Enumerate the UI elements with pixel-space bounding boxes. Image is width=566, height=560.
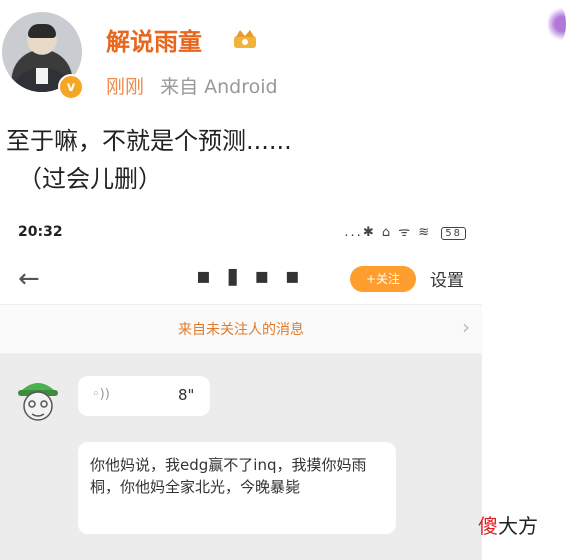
edge-decoration <box>548 4 566 44</box>
avatar-hair <box>28 24 56 38</box>
message-list: ◦)) 8" 你他妈说，我edg赢不了inq，我摸你妈雨桐，你他妈全家北光，今晚… <box>0 354 482 560</box>
post-text: 至于嘛，不就是个预测...... （过会儿删） <box>6 122 292 198</box>
watermark-first-char: 傻 <box>478 514 498 538</box>
post-text-line: 至于嘛，不就是个预测...... <box>6 127 292 155</box>
voice-message-bubble[interactable]: ◦)) 8" <box>78 376 210 416</box>
settings-button[interactable]: 设置 <box>430 266 464 291</box>
avatar-collar <box>36 68 48 84</box>
crown-icon <box>234 30 256 48</box>
post-meta: 刚刚 来自 Android <box>106 72 278 99</box>
username[interactable]: 解说雨童 <box>106 22 202 57</box>
chat-nav-bar: ← ▪ ▮ ▪ ▪ +关注 设置 <box>0 252 482 305</box>
embedded-chat-screenshot: 20:32 ...✱ ⌂ ᯤ ≋ 58 ← ▪ ▮ ▪ ▪ +关注 设置 来自未… <box>0 212 482 560</box>
watermark-rest: 大方 <box>498 514 538 538</box>
post-time: 刚刚 <box>106 76 145 98</box>
battery-icon: 58 <box>441 227 466 240</box>
chevron-right-icon: › <box>462 315 470 339</box>
verified-badge-icon: v <box>58 74 84 100</box>
notice-text: 来自未关注人的消息 <box>178 322 304 338</box>
back-arrow-icon[interactable]: ← <box>18 264 40 294</box>
chat-title: ▪ ▮ ▪ ▪ <box>196 264 304 289</box>
status-bar: 20:32 ...✱ ⌂ ᯤ ≋ 58 <box>0 212 482 252</box>
post-text-line: （过会儿删） <box>18 165 162 193</box>
notice-bar[interactable]: 来自未关注人的消息 › <box>0 305 482 354</box>
sender-avatar[interactable] <box>14 374 62 426</box>
watermark: 傻大方 <box>478 510 538 539</box>
voice-wave-icon: ◦)) <box>92 387 110 402</box>
post-source: 来自 Android <box>160 76 278 98</box>
follow-button[interactable]: +关注 <box>350 266 416 292</box>
text-message-bubble[interactable]: 你他妈说，我edg赢不了inq，我摸你妈雨桐，你他妈全家北光，今晚暴毙 <box>78 442 396 534</box>
voice-duration: 8" <box>178 386 195 404</box>
status-icons: ...✱ ⌂ ᯤ ≋ 58 <box>344 222 466 240</box>
status-icon-glyphs: ...✱ ⌂ ᯤ ≋ <box>344 225 432 240</box>
status-time: 20:32 <box>18 224 63 240</box>
post-header: v 解说雨童 刚刚 来自 Android <box>0 0 566 110</box>
